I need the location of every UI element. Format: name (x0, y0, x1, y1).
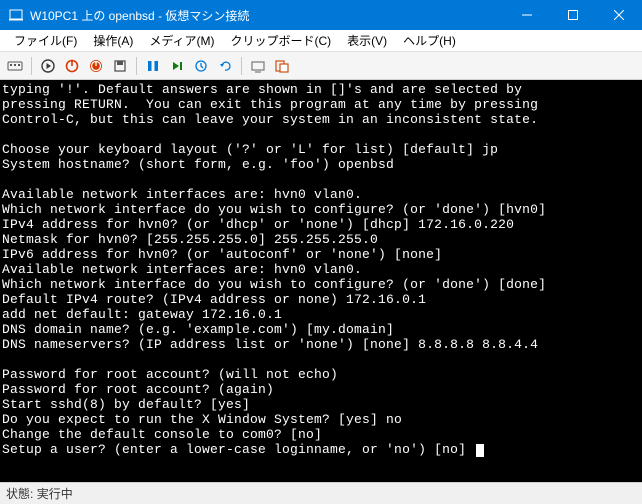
menu-media[interactable]: メディア(M) (141, 30, 222, 51)
separator (136, 57, 137, 75)
toolbar (0, 52, 642, 80)
status-label: 状態: (6, 485, 33, 502)
terminal-line: Do you expect to run the X Window System… (2, 412, 402, 427)
separator (241, 57, 242, 75)
reset-button[interactable] (166, 55, 188, 77)
terminal-line: System hostname? (short form, e.g. 'foo'… (2, 157, 394, 172)
terminal-pane[interactable]: typing '!'. Default answers are shown in… (0, 80, 642, 482)
cursor (476, 444, 484, 457)
terminal-line: Which network interface do you wish to c… (2, 277, 546, 292)
menu-clipboard[interactable]: クリップボード(C) (222, 30, 339, 51)
start-button[interactable] (37, 55, 59, 77)
menu-view[interactable]: 表示(V) (339, 30, 395, 51)
terminal-line: pressing RETURN. You can exit this progr… (2, 97, 538, 112)
menu-file[interactable]: ファイル(F) (6, 30, 85, 51)
revert-button[interactable] (214, 55, 236, 77)
close-button[interactable] (596, 0, 642, 30)
terminal-line: IPv4 address for hvn0? (or 'dhcp' or 'no… (2, 217, 514, 232)
terminal-line: Start sshd(8) by default? [yes] (2, 397, 250, 412)
turnoff-button[interactable] (61, 55, 83, 77)
shutdown-button[interactable] (85, 55, 107, 77)
terminal-line: Setup a user? (enter a lower-case loginn… (2, 442, 474, 457)
statusbar: 状態: 実行中 (0, 482, 642, 504)
terminal-line: add net default: gateway 172.16.0.1 (2, 307, 282, 322)
terminal-line: Which network interface do you wish to c… (2, 202, 546, 217)
checkpoint-button[interactable] (190, 55, 212, 77)
ctrl-alt-del-button[interactable] (4, 55, 26, 77)
window-title: W10PC1 上の openbsd - 仮想マシン接続 (30, 7, 504, 24)
terminal-line: Choose your keyboard layout ('?' or 'L' … (2, 142, 498, 157)
terminal-line: Default IPv4 route? (IPv4 address or non… (2, 292, 426, 307)
maximize-button[interactable] (550, 0, 596, 30)
terminal-line: Available network interfaces are: hvn0 v… (2, 187, 362, 202)
share-button[interactable] (271, 55, 293, 77)
titlebar[interactable]: W10PC1 上の openbsd - 仮想マシン接続 (0, 0, 642, 30)
window-controls (504, 0, 642, 30)
terminal-line: DNS domain name? (e.g. 'example.com') [m… (2, 322, 394, 337)
save-button[interactable] (109, 55, 131, 77)
minimize-button[interactable] (504, 0, 550, 30)
terminal-line: Available network interfaces are: hvn0 v… (2, 262, 362, 277)
menu-help[interactable]: ヘルプ(H) (395, 30, 464, 51)
separator (31, 57, 32, 75)
terminal-line: DNS nameservers? (IP address list or 'no… (2, 337, 538, 352)
status-value: 実行中 (37, 485, 73, 502)
menubar: ファイル(F) 操作(A) メディア(M) クリップボード(C) 表示(V) ヘ… (0, 30, 642, 52)
terminal-line: Netmask for hvn0? [255.255.255.0] 255.25… (2, 232, 378, 247)
terminal-line: Change the default console to com0? [no] (2, 427, 322, 442)
terminal-line: Password for root account? (again) (2, 382, 274, 397)
enhanced-session-button[interactable] (247, 55, 269, 77)
pause-button[interactable] (142, 55, 164, 77)
terminal-line: Password for root account? (will not ech… (2, 367, 338, 382)
terminal-line: IPv6 address for hvn0? (or 'autoconf' or… (2, 247, 442, 262)
terminal-line: Control-C, but this can leave your syste… (2, 112, 538, 127)
app-icon (8, 7, 24, 23)
terminal-line: typing '!'. Default answers are shown in… (2, 82, 522, 97)
menu-action[interactable]: 操作(A) (85, 30, 141, 51)
